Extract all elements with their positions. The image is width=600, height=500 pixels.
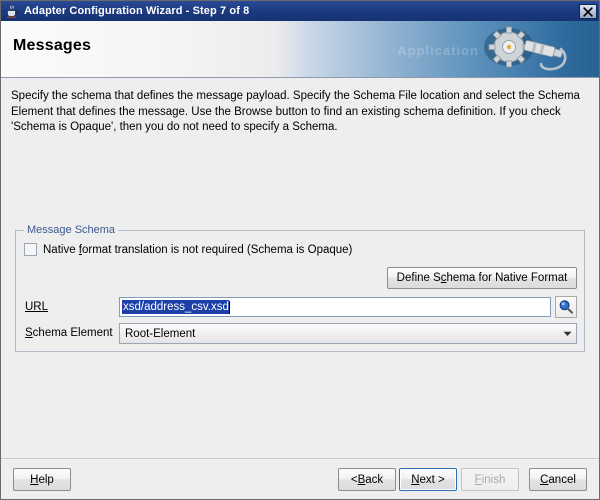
url-input-value: xsd/address_csv.xsd: [122, 300, 229, 314]
opaque-schema-label: Native format translation is not require…: [43, 243, 353, 256]
page-title: Messages: [13, 37, 92, 54]
schema-element-value: Root-Element: [125, 327, 196, 340]
wizard-window: Adapter Configuration Wizard - Step 7 of…: [0, 0, 600, 500]
cancel-button[interactable]: Cancel: [529, 468, 587, 491]
schema-element-label: Schema Element: [25, 327, 113, 339]
close-icon[interactable]: [579, 3, 597, 19]
opaque-schema-checkbox[interactable]: [24, 243, 37, 256]
wizard-banner: Application Messages: [1, 21, 599, 78]
title-bar: Adapter Configuration Wizard - Step 7 of…: [1, 1, 599, 21]
schema-element-select[interactable]: Root-Element: [119, 323, 577, 344]
magnifying-glass-icon[interactable]: [555, 296, 577, 318]
chevron-down-icon[interactable]: [558, 331, 576, 337]
window-title: Adapter Configuration Wizard - Step 7 of…: [24, 5, 250, 17]
define-schema-for-native-format-button[interactable]: Define Sc hema for Native Format: [387, 267, 577, 289]
gear-and-wrench-icon: [465, 21, 595, 77]
java-coffee-cup-icon: [4, 3, 20, 19]
text-caret: [228, 300, 230, 314]
message-schema-legend: Message Schema: [24, 224, 119, 236]
message-schema-group: Message Schema Native format translation…: [15, 224, 585, 352]
url-label: URL: [25, 301, 49, 313]
next-button[interactable]: Next >: [399, 468, 457, 491]
url-input[interactable]: xsd/address_csv.xsd: [119, 297, 551, 317]
content-panel: Specify the schema that defines the mess…: [1, 78, 599, 458]
opaque-schema-checkbox-row[interactable]: Native format translation is not require…: [24, 243, 352, 256]
finish-button: Finish: [461, 468, 519, 491]
page-description: Specify the schema that defines the mess…: [11, 90, 580, 133]
help-button[interactable]: Help: [13, 468, 71, 491]
back-button[interactable]: < Back: [338, 468, 396, 491]
wizard-footer: Help < Back Next > Finish Cancel: [1, 458, 599, 499]
